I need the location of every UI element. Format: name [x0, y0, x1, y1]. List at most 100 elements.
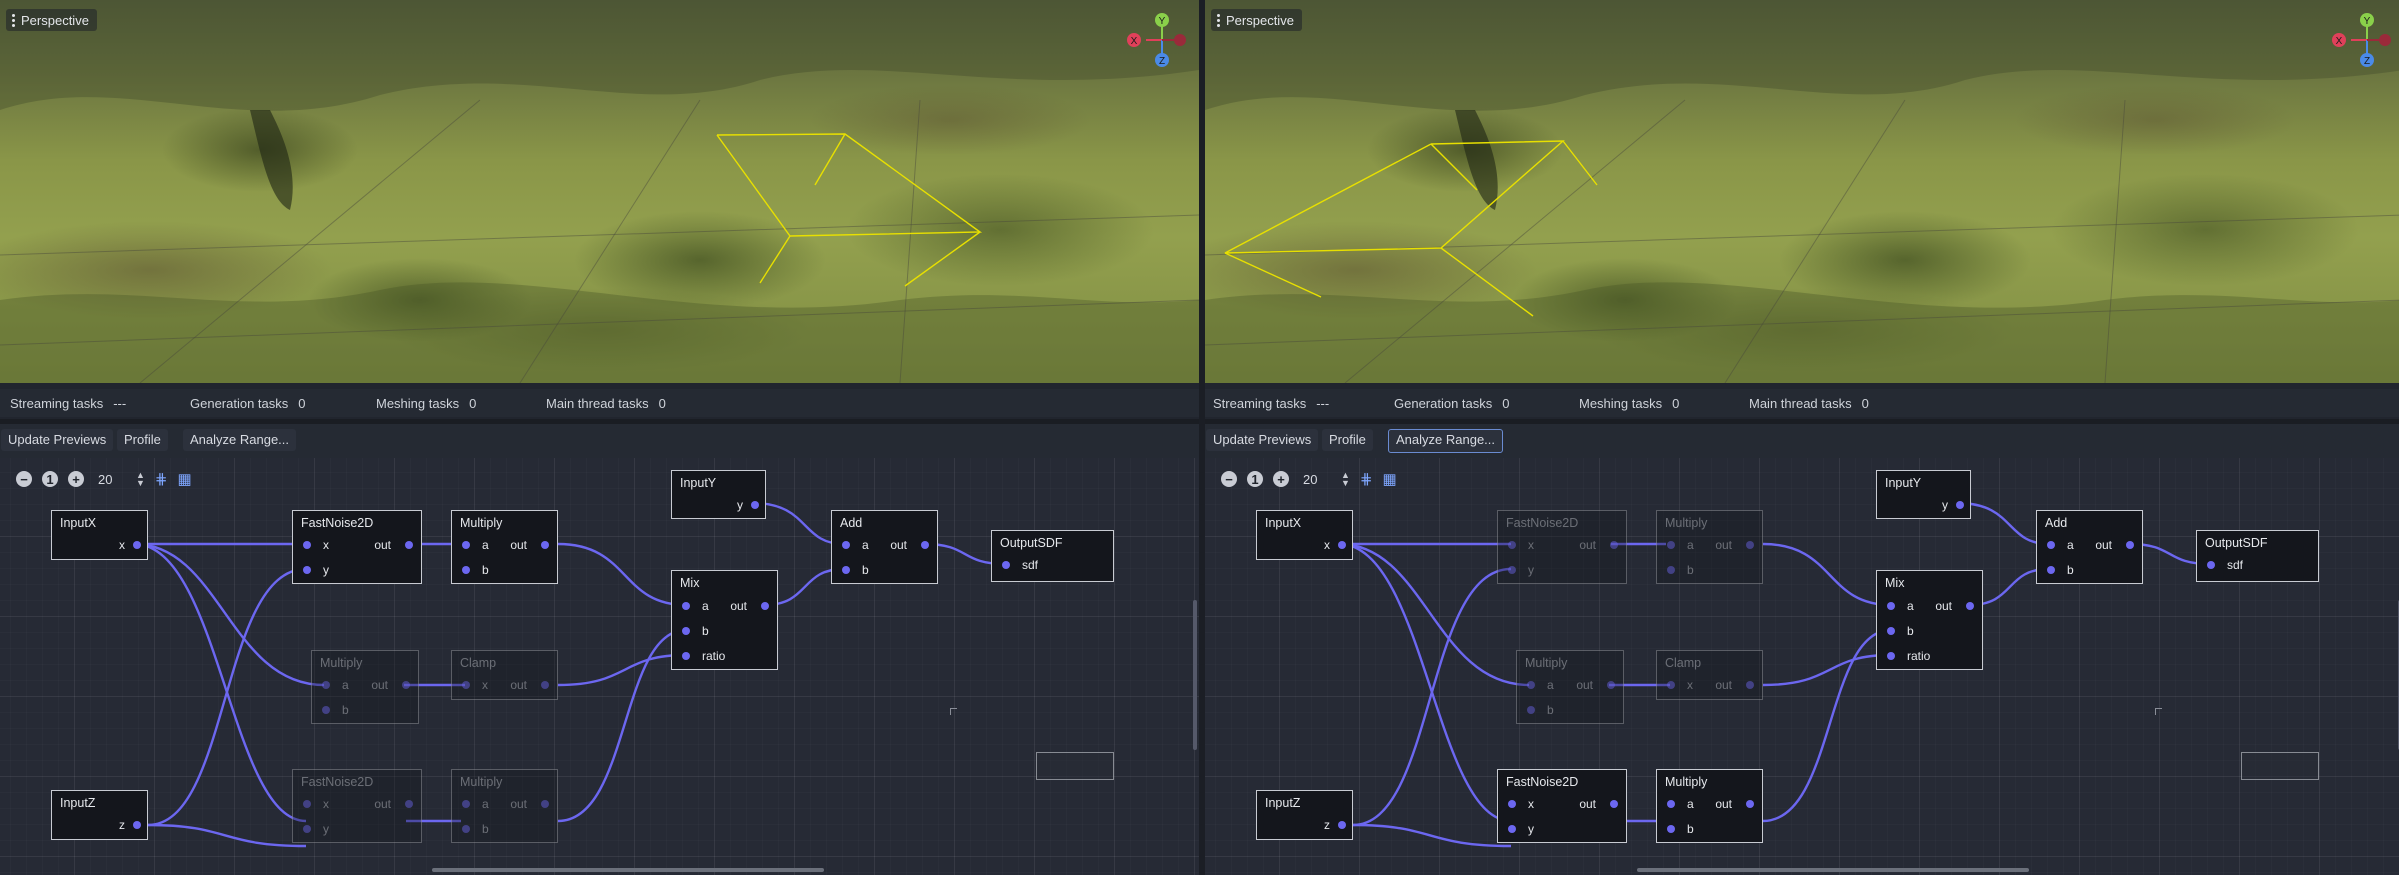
zoom-in-icon[interactable]: + [1273, 471, 1289, 487]
port-out[interactable] [402, 681, 410, 689]
node-inputx[interactable]: InputX x [1256, 510, 1353, 560]
port-in-x[interactable] [1508, 541, 1516, 549]
port-in-x[interactable] [303, 800, 311, 808]
zoom-reset-icon[interactable]: 1 [42, 471, 58, 487]
node-multiply-3[interactable]: Multiply a out b [1656, 769, 1763, 843]
port-out[interactable] [1610, 541, 1618, 549]
port-out[interactable] [405, 800, 413, 808]
node-multiply-3[interactable]: Multiply a out b [451, 769, 558, 843]
port-out[interactable] [541, 541, 549, 549]
port-in-y[interactable] [1508, 566, 1516, 574]
node-inputz[interactable]: InputZ z [1256, 790, 1353, 840]
axis-gizmo-icon[interactable]: Y X Z [2323, 10, 2399, 70]
snap-distance-field[interactable]: 20 [1299, 472, 1331, 487]
minimap-resize-handle[interactable] [2155, 708, 2162, 715]
graph-editor[interactable]: − 1 + 20 ▲ ▼ ⋕ ▦ InputX x InputZ z InputY… [1205, 458, 2399, 875]
terrain-viewport[interactable]: Perspective Y X Z [1205, 0, 2399, 383]
zoom-out-icon[interactable]: − [16, 471, 32, 487]
node-fastnoise2d-2[interactable]: FastNoise2D x out y [1497, 769, 1627, 843]
port-out[interactable] [1746, 800, 1754, 808]
profile-button[interactable]: Profile [117, 429, 168, 451]
node-clamp[interactable]: Clamp x out [451, 650, 558, 700]
node-fastnoise2d-2[interactable]: FastNoise2D x out y [292, 769, 422, 843]
port-in-b[interactable] [1527, 706, 1535, 714]
port-out[interactable] [1746, 681, 1754, 689]
port-out-y[interactable] [751, 501, 759, 509]
port-in-ratio[interactable] [1887, 652, 1895, 660]
node-multiply-2[interactable]: Multiply a out b [1516, 650, 1624, 724]
node-add[interactable]: Add a out b [831, 510, 938, 584]
minimap-toggle-icon[interactable]: ▦ [1383, 470, 1397, 488]
port-out-x[interactable] [1338, 541, 1346, 549]
port-out[interactable] [1610, 800, 1618, 808]
node-clamp[interactable]: Clamp x out [1656, 650, 1763, 700]
minimap-toggle-icon[interactable]: ▦ [178, 470, 192, 488]
port-in-x[interactable] [1508, 800, 1516, 808]
node-outputsdf[interactable]: OutputSDF sdf [2196, 530, 2319, 582]
port-out[interactable] [761, 602, 769, 610]
snap-toggle-icon[interactable]: ⋕ [155, 470, 168, 488]
port-out[interactable] [541, 800, 549, 808]
vertical-scrollbar[interactable] [1193, 600, 1197, 750]
port-in-x[interactable] [303, 541, 311, 549]
snap-toggle-icon[interactable]: ⋕ [1360, 470, 1373, 488]
port-out-y[interactable] [1956, 501, 1964, 509]
port-in-b[interactable] [462, 825, 470, 833]
port-out[interactable] [1746, 541, 1754, 549]
port-in-a[interactable] [462, 541, 470, 549]
view-menu-button[interactable]: Perspective [1211, 9, 1302, 31]
port-out[interactable] [541, 681, 549, 689]
port-out[interactable] [921, 541, 929, 549]
port-out-z[interactable] [133, 821, 141, 829]
port-in-b[interactable] [2047, 566, 2055, 574]
port-in-x[interactable] [1667, 681, 1675, 689]
horizontal-scrollbar[interactable] [432, 868, 824, 872]
port-in-y[interactable] [303, 566, 311, 574]
zoom-reset-icon[interactable]: 1 [1247, 471, 1263, 487]
port-in-a[interactable] [462, 800, 470, 808]
port-in-a[interactable] [322, 681, 330, 689]
axis-gizmo-icon[interactable]: Y X Z [1118, 10, 1198, 70]
node-mix[interactable]: Mix a out b ratio [671, 570, 778, 670]
graph-minimap[interactable] [950, 708, 1198, 822]
port-in-b[interactable] [842, 566, 850, 574]
node-inputz[interactable]: InputZ z [51, 790, 148, 840]
minimap-resize-handle[interactable] [950, 708, 957, 715]
analyze-range-button[interactable]: Analyze Range... [183, 429, 297, 451]
port-in-a[interactable] [1527, 681, 1535, 689]
view-menu-button[interactable]: Perspective [6, 9, 97, 31]
horizontal-scrollbar[interactable] [1637, 868, 2029, 872]
snap-distance-field[interactable]: 20 [94, 472, 126, 487]
spinner-icon[interactable]: ▲ ▼ [136, 471, 145, 488]
port-in-sdf[interactable] [2207, 561, 2215, 569]
port-out[interactable] [405, 541, 413, 549]
graph-editor[interactable]: − 1 + 20 ▲ ▼ ⋕ ▦ InputX x InputZ z InputY… [0, 458, 1199, 875]
port-in-a[interactable] [2047, 541, 2055, 549]
node-mix[interactable]: Mix a out b ratio [1876, 570, 1983, 670]
port-in-b[interactable] [1667, 825, 1675, 833]
port-in-sdf[interactable] [1002, 561, 1010, 569]
port-out[interactable] [1966, 602, 1974, 610]
port-in-b[interactable] [462, 566, 470, 574]
zoom-in-icon[interactable]: + [68, 471, 84, 487]
zoom-out-icon[interactable]: − [1221, 471, 1237, 487]
node-multiply-2[interactable]: Multiply a out b [311, 650, 419, 724]
port-in-x[interactable] [462, 681, 470, 689]
port-in-b[interactable] [1667, 566, 1675, 574]
node-fastnoise2d-1[interactable]: FastNoise2D x out y [292, 510, 422, 584]
port-in-a[interactable] [1667, 541, 1675, 549]
node-multiply-1[interactable]: Multiply a out b [1656, 510, 1763, 584]
node-add[interactable]: Add a out b [2036, 510, 2143, 584]
spinner-icon[interactable]: ▲ ▼ [1341, 471, 1350, 488]
profile-button[interactable]: Profile [1322, 429, 1373, 451]
port-in-a[interactable] [842, 541, 850, 549]
node-multiply-1[interactable]: Multiply a out b [451, 510, 558, 584]
analyze-range-button[interactable]: Analyze Range... [1388, 429, 1504, 453]
update-previews-button[interactable]: Update Previews [1, 429, 114, 451]
port-in-ratio[interactable] [682, 652, 690, 660]
node-outputsdf[interactable]: OutputSDF sdf [991, 530, 1114, 582]
update-previews-button[interactable]: Update Previews [1206, 429, 1319, 451]
port-in-a[interactable] [1887, 602, 1895, 610]
port-in-b[interactable] [682, 627, 690, 635]
port-in-b[interactable] [1887, 627, 1895, 635]
